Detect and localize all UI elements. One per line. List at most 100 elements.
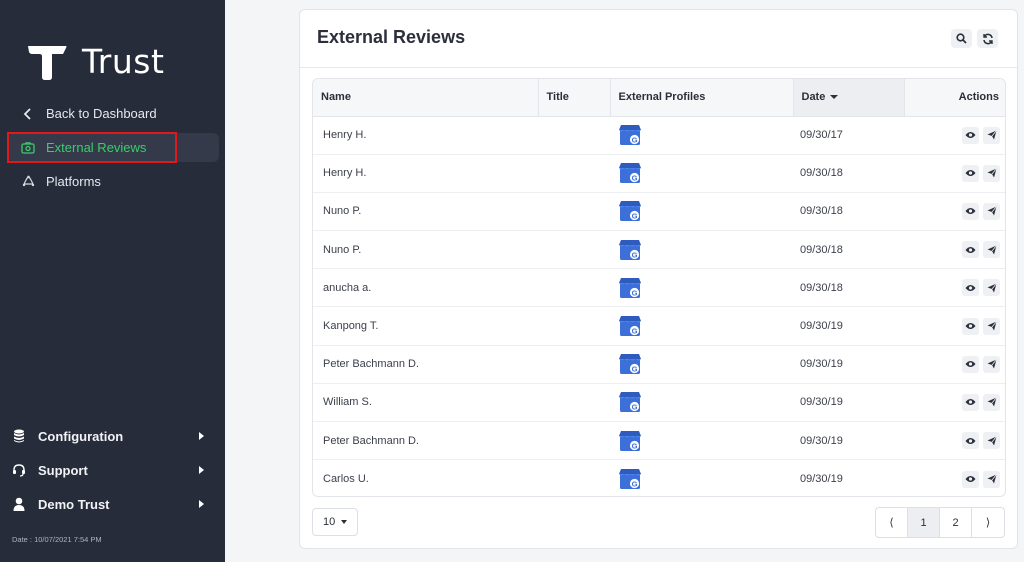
view-button[interactable] [962,432,979,450]
send-icon [987,359,997,369]
refresh-icon [982,33,993,44]
cell-actions [904,421,1005,461]
table-row[interactable]: Peter Bachmann D. G 09/30/19 [313,345,1005,384]
google-my-business-icon[interactable]: G [618,391,642,413]
view-button[interactable] [962,164,979,182]
send-icon [987,474,997,484]
view-button[interactable] [962,202,979,220]
send-icon [987,244,997,255]
view-button[interactable] [962,393,979,411]
cell-date: 09/30/18 [793,192,904,232]
table-row[interactable]: Nuno P. G 09/30/18 [313,192,1005,232]
cell-date: 09/30/19 [793,383,904,423]
column-header-external-profiles[interactable]: External Profiles [610,79,794,117]
menu-support[interactable]: Support [10,457,210,483]
google-my-business-icon[interactable]: G [618,353,642,375]
search-button[interactable] [951,29,972,48]
table-row[interactable]: anucha a. G 09/30/18 [313,268,1005,308]
table-row[interactable]: Kanpong T. G 09/30/19 [313,306,1005,346]
headset-icon [10,463,28,477]
eye-icon [965,360,976,368]
user-icon [10,497,28,511]
send-button[interactable] [983,432,1000,450]
cell-actions [904,383,1005,423]
send-button[interactable] [983,317,1000,335]
google-my-business-icon[interactable]: G [618,277,642,299]
column-header-date[interactable]: Date [793,79,905,117]
menu-account[interactable]: Demo Trust [10,491,210,517]
send-icon [987,130,997,140]
cell-date: 09/30/19 [793,421,904,461]
send-button[interactable] [983,470,1000,488]
reviews-table: Name Title External Profiles Date Action… [312,78,1006,497]
send-button[interactable] [983,279,1000,297]
page-size-select[interactable]: 10 [312,508,358,536]
table-row[interactable]: Carlos U. G 09/30/19 [313,460,1005,496]
google-my-business-icon[interactable]: G [618,468,642,490]
caret-right-icon [199,500,204,508]
cell-external-profiles: G [610,192,793,232]
column-header-title[interactable]: Title [538,79,611,117]
prev-page-button[interactable]: ⟨ [876,508,908,537]
nav-label: Back to Dashboard [46,106,157,121]
send-button[interactable] [983,393,1000,411]
send-icon [987,206,997,216]
send-icon [987,283,997,293]
page-button-1[interactable]: 1 [908,508,940,537]
cell-title [538,345,610,384]
cell-title [538,116,610,155]
view-button[interactable] [962,470,979,488]
view-button[interactable] [962,355,979,373]
google-my-business-icon[interactable]: G [618,162,642,184]
page-button-2[interactable]: 2 [940,508,972,537]
svg-text:G: G [632,135,638,144]
google-my-business-icon[interactable]: G [618,315,642,337]
table-row[interactable]: Nuno P. G 09/30/18 [313,230,1005,270]
send-button[interactable] [983,241,1000,259]
cell-date: 09/30/18 [793,268,904,308]
eye-icon [965,131,976,139]
next-page-button[interactable]: ⟩ [972,508,1004,537]
google-my-business-icon[interactable]: G [618,239,642,261]
table-row[interactable]: William S. G 09/30/19 [313,383,1005,423]
cell-title [538,192,610,232]
pagination: ⟨ 1 2 ⟩ [875,507,1005,538]
table-row[interactable]: Peter Bachmann D. G 09/30/19 [313,421,1005,461]
cell-external-profiles: G [610,230,793,270]
send-button[interactable] [983,126,1000,144]
column-header-name[interactable]: Name [313,79,539,117]
eye-icon [965,398,976,406]
date-timestamp: Date : 10/07/2021 7:54 PM [12,535,102,544]
view-button[interactable] [962,279,979,297]
google-my-business-icon[interactable]: G [618,430,642,452]
eye-icon [965,207,976,215]
reviews-card: External Reviews Name Title External Pro… [299,9,1018,549]
nav-platforms[interactable]: Platforms [8,167,219,196]
cell-name: Carlos U. [323,473,369,486]
refresh-button[interactable] [977,29,998,48]
google-my-business-icon[interactable]: G [618,200,642,222]
cell-actions [904,460,1005,496]
brand-logo[interactable]: Trust [26,42,164,81]
cell-external-profiles: G [610,116,793,155]
sort-desc-icon [830,95,839,100]
view-button[interactable] [962,317,979,335]
google-my-business-icon[interactable]: G [618,124,642,146]
table-row[interactable]: Henry H. G 09/30/18 [313,154,1005,193]
cell-name: Henry H. [313,116,538,155]
svg-text:G: G [632,326,638,335]
svg-text:G: G [632,441,638,450]
view-button[interactable] [962,241,979,259]
send-button[interactable] [983,202,1000,220]
caret-right-icon [199,466,204,474]
send-button[interactable] [983,164,1000,182]
table-row[interactable]: Henry H. G 09/30/17 [313,116,1005,155]
cell-name: Nuno P. [313,230,538,270]
cell-title [538,421,610,461]
send-button[interactable] [983,355,1000,373]
cell-date: 09/30/19 [800,473,843,486]
trust-logo-icon [28,45,67,80]
menu-configuration[interactable]: Configuration [10,423,210,449]
view-button[interactable] [962,126,979,144]
nav-back-to-dashboard[interactable]: Back to Dashboard [8,99,219,128]
